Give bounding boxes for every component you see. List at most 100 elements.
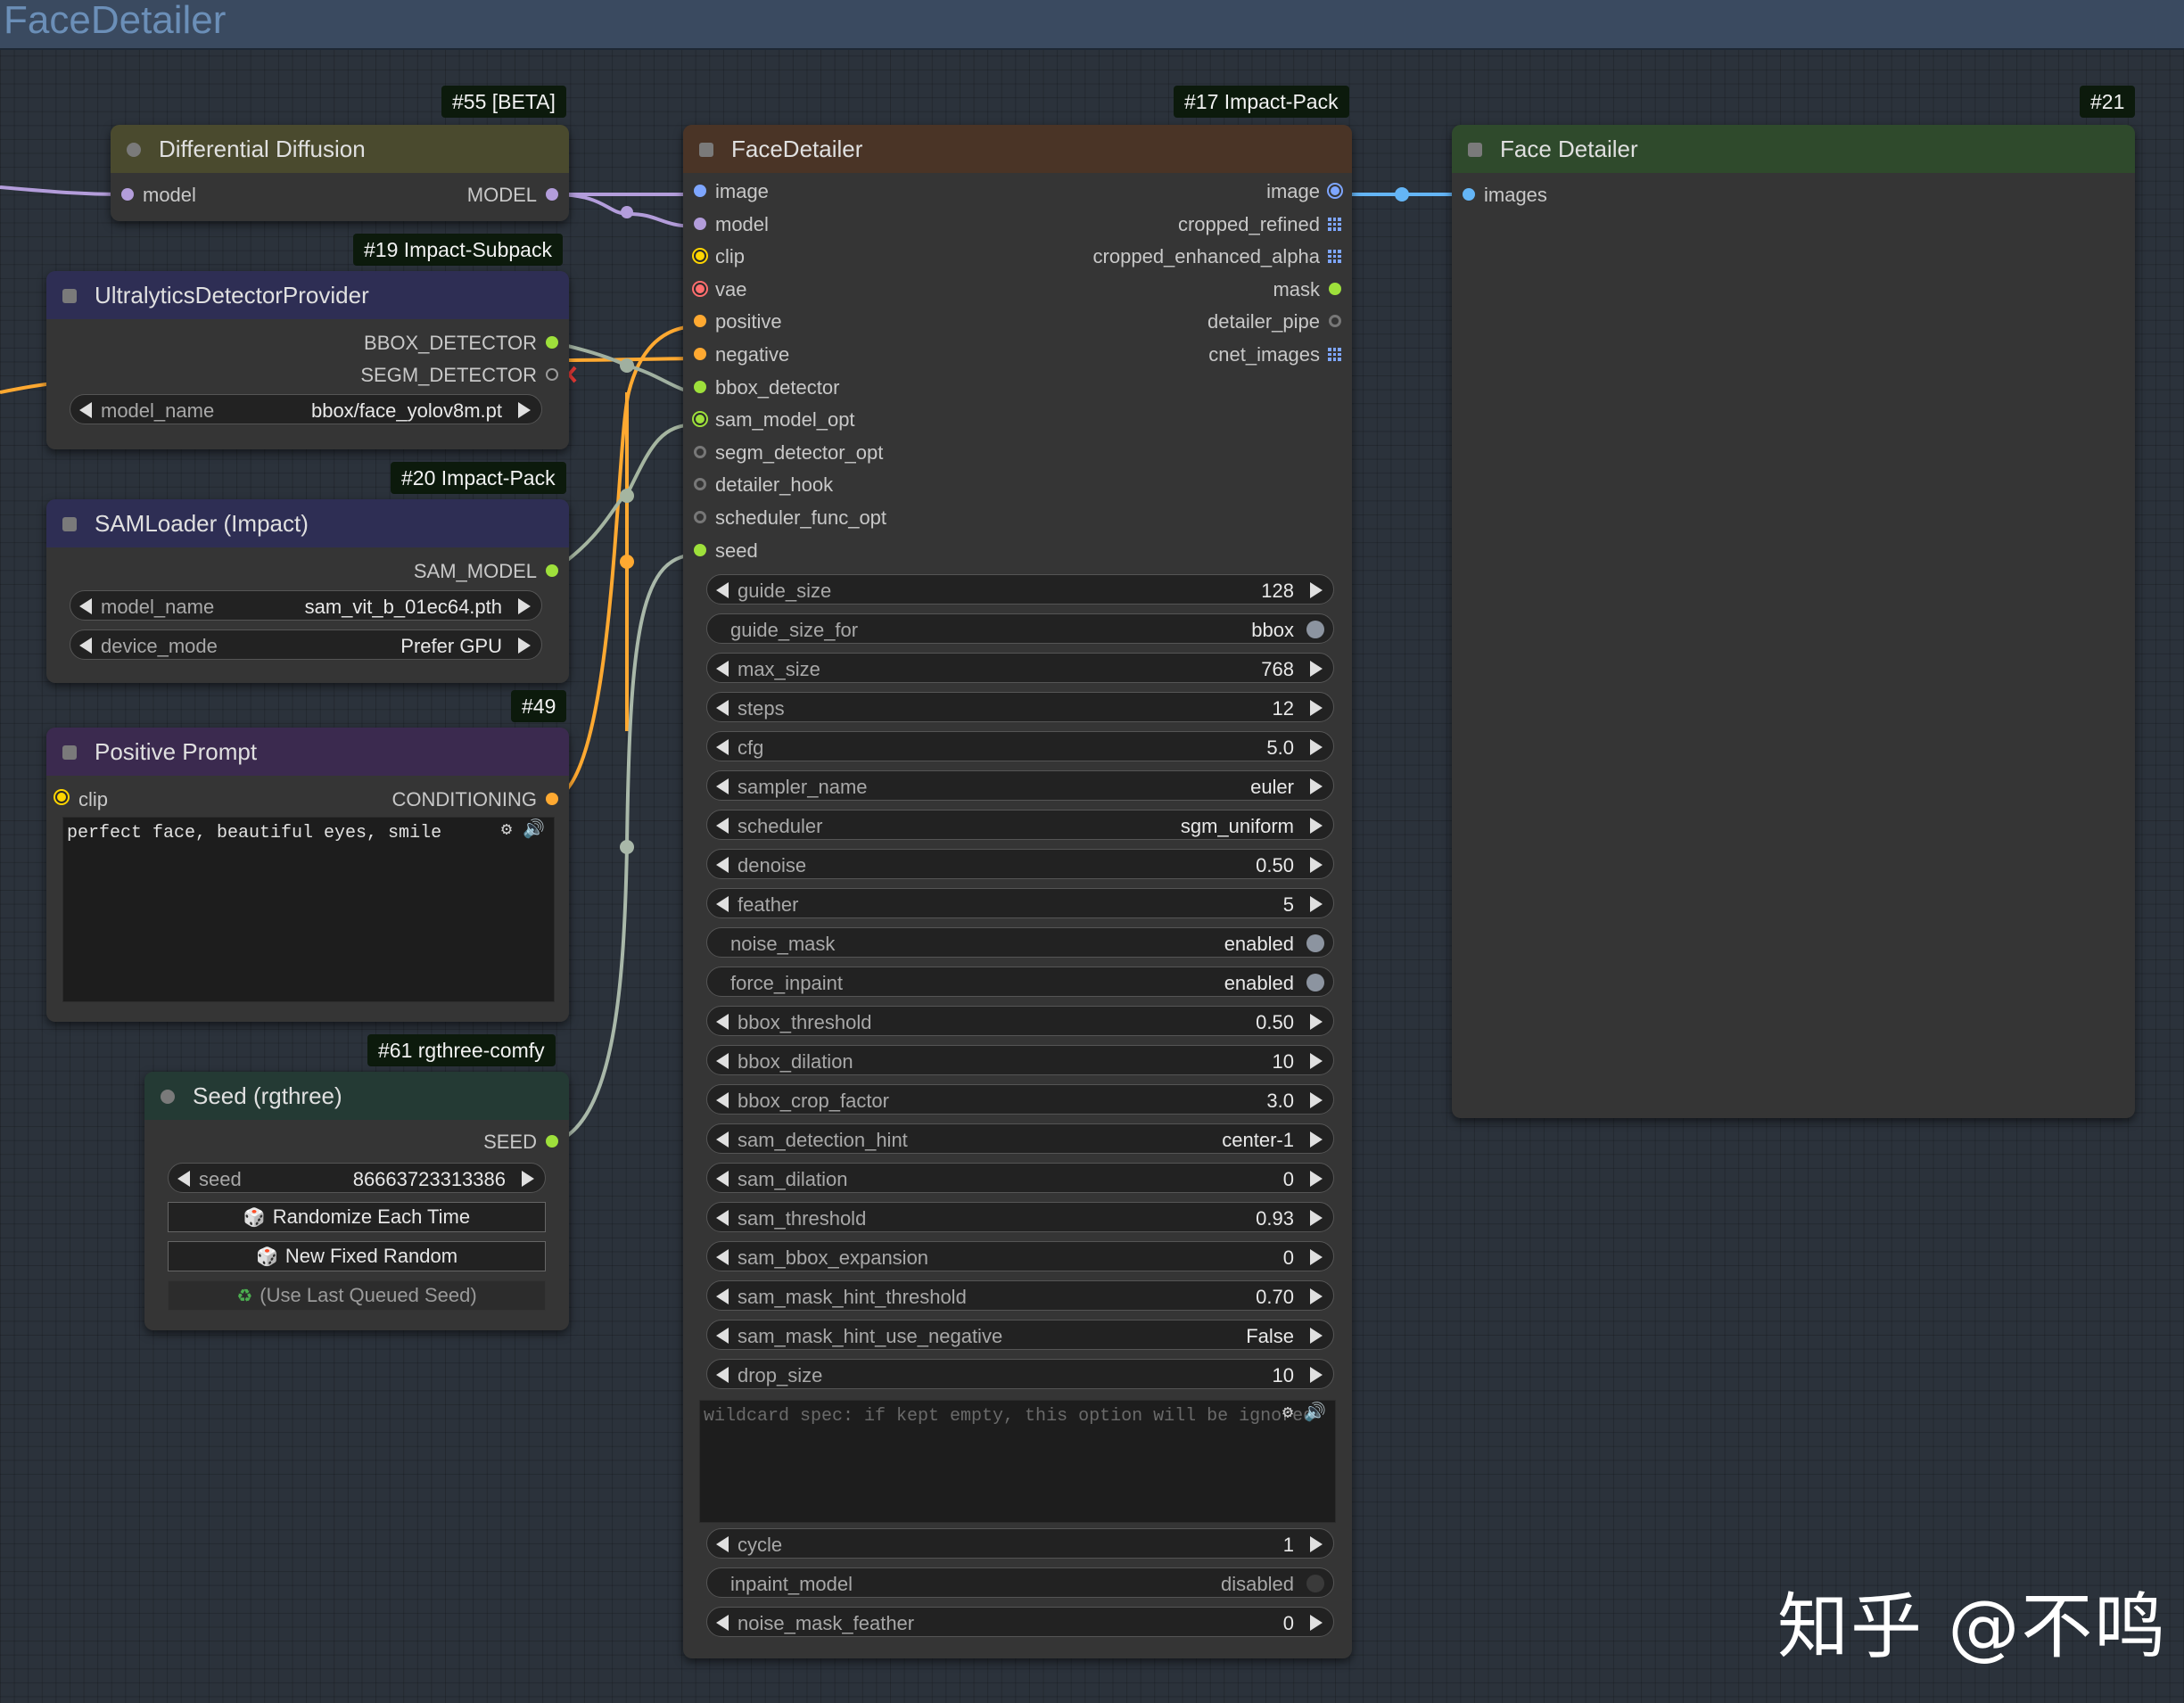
widget-model-name[interactable]: model_name sam_vit_b_01ec64.pth [70, 590, 542, 621]
increment-arrow-icon[interactable] [1310, 1249, 1323, 1265]
decrement-arrow-icon[interactable] [716, 700, 729, 716]
widget-guide-size[interactable]: guide_size 128 [706, 574, 1334, 605]
output-dot-sam-model[interactable] [546, 564, 558, 577]
increment-arrow-icon[interactable] [1310, 1288, 1323, 1304]
node-face-detailer-preview[interactable]: Face Detailer images [1452, 125, 2135, 1118]
output-dot-segm-detector[interactable] [546, 368, 558, 381]
widget-sam-dilation[interactable]: sam_dilation 0 [706, 1163, 1334, 1193]
input-dot-negative[interactable] [694, 348, 706, 360]
widget-bbox-dilation[interactable]: bbox_dilation 10 [706, 1045, 1334, 1075]
node-samloader[interactable]: SAMLoader (Impact) SAM_MODEL model_name … [46, 499, 569, 683]
input-dot-clip[interactable] [55, 791, 68, 803]
widget-cfg[interactable]: cfg 5.0 [706, 731, 1334, 761]
increment-arrow-icon[interactable] [1310, 857, 1323, 873]
collapse-icon[interactable] [1468, 143, 1482, 157]
widget-noise-mask-feather[interactable]: noise_mask_feather 0 [706, 1607, 1334, 1637]
decrement-arrow-icon[interactable] [716, 1328, 729, 1344]
output-dot-bbox-detector[interactable] [546, 336, 558, 349]
increment-arrow-icon[interactable] [1310, 700, 1323, 716]
decrement-arrow-icon[interactable] [716, 857, 729, 873]
output-dot-conditioning[interactable] [546, 793, 558, 805]
input-dot-vae[interactable] [694, 282, 706, 295]
increment-arrow-icon[interactable] [1310, 778, 1323, 794]
output-dot-seed[interactable] [546, 1135, 558, 1148]
toggle-knob-icon[interactable] [1306, 934, 1324, 952]
widget-bbox-crop-factor[interactable]: bbox_crop_factor 3.0 [706, 1084, 1334, 1115]
increment-arrow-icon[interactable] [1310, 661, 1323, 677]
widget-scheduler[interactable]: scheduler sgm_uniform [706, 810, 1334, 840]
new-fixed-random-button[interactable]: 🎲 New Fixed Random [168, 1241, 546, 1271]
increment-arrow-icon[interactable] [1310, 1053, 1323, 1069]
output-dot-image[interactable] [1329, 185, 1341, 197]
widget-seed[interactable]: seed 86663723313386 [168, 1163, 546, 1193]
toggle-knob-icon[interactable] [1306, 1575, 1324, 1592]
decrement-arrow-icon[interactable] [716, 1053, 729, 1069]
increment-arrow-icon[interactable] [1310, 818, 1323, 834]
wildcard-textarea[interactable]: wildcard spec: if kept empty, this optio… [699, 1400, 1336, 1523]
node-ultralytics-detector[interactable]: UltralyticsDetectorProvider BBOX_DETECTO… [46, 271, 569, 449]
node-facedetailer[interactable]: FaceDetailer image model clip vae positive ne… [683, 125, 1352, 1658]
increment-arrow-icon[interactable] [1310, 582, 1323, 598]
decrement-arrow-icon[interactable] [716, 1210, 729, 1226]
increment-arrow-icon[interactable] [1310, 739, 1323, 755]
node-seed-rgthree[interactable]: Seed (rgthree) SEED seed 86663723313386 … [144, 1072, 569, 1330]
widget-sam-mask-hint-use-negative[interactable]: sam_mask_hint_use_negative False [706, 1320, 1334, 1350]
output-dot-model[interactable] [546, 188, 558, 201]
increment-arrow-icon[interactable] [1310, 1536, 1323, 1552]
textarea-settings-icon[interactable]: ⚙ 🔊 [501, 818, 545, 841]
input-dot-clip[interactable] [694, 250, 706, 263]
decrement-arrow-icon[interactable] [716, 1171, 729, 1187]
widget-sam-detection-hint[interactable]: sam_detection_hint center-1 [706, 1123, 1334, 1154]
collapse-icon[interactable] [62, 517, 77, 531]
widget-denoise[interactable]: denoise 0.50 [706, 849, 1334, 879]
widget-sam-bbox-expansion[interactable]: sam_bbox_expansion 0 [706, 1241, 1334, 1271]
decrement-arrow-icon[interactable] [716, 896, 729, 912]
decrement-arrow-icon[interactable] [716, 1249, 729, 1265]
decrement-arrow-icon[interactable] [79, 638, 92, 654]
output-dot-mask[interactable] [1329, 282, 1341, 295]
decrement-arrow-icon[interactable] [716, 661, 729, 677]
increment-arrow-icon[interactable] [1310, 1014, 1323, 1030]
toggle-knob-icon[interactable] [1306, 621, 1324, 638]
decrement-arrow-icon[interactable] [716, 778, 729, 794]
increment-arrow-icon[interactable] [1310, 1171, 1323, 1187]
widget-steps[interactable]: steps 12 [706, 692, 1334, 722]
node-header[interactable]: FaceDetailer [683, 125, 1352, 173]
collapse-icon[interactable] [161, 1090, 175, 1104]
widget-sampler-name[interactable]: sampler_name euler [706, 770, 1334, 801]
increment-arrow-icon[interactable] [518, 402, 531, 418]
decrement-arrow-icon[interactable] [716, 1536, 729, 1552]
decrement-arrow-icon[interactable] [79, 402, 92, 418]
decrement-arrow-icon[interactable] [716, 1131, 729, 1148]
decrement-arrow-icon[interactable] [716, 1615, 729, 1631]
decrement-arrow-icon[interactable] [716, 1092, 729, 1108]
decrement-arrow-icon[interactable] [716, 582, 729, 598]
node-header[interactable]: SAMLoader (Impact) [46, 499, 569, 547]
widget-model-name[interactable]: model_name bbox/face_yolov8m.pt [70, 394, 542, 424]
increment-arrow-icon[interactable] [1310, 1210, 1323, 1226]
node-positive-prompt[interactable]: Positive Prompt clip CONDITIONING perfec… [46, 728, 569, 1022]
increment-arrow-icon[interactable] [518, 638, 531, 654]
increment-arrow-icon[interactable] [1310, 1328, 1323, 1344]
node-header[interactable]: Seed (rgthree) [144, 1072, 569, 1120]
node-header[interactable]: Face Detailer [1452, 125, 2135, 173]
increment-arrow-icon[interactable] [1310, 896, 1323, 912]
widget-drop-size[interactable]: drop_size 10 [706, 1359, 1334, 1389]
increment-arrow-icon[interactable] [518, 598, 531, 614]
widget-inpaint-model[interactable]: inpaint_model disabled [706, 1567, 1334, 1598]
widget-guide-size-for[interactable]: guide_size_for bbox [706, 613, 1334, 644]
widget-sam-mask-hint-threshold[interactable]: sam_mask_hint_threshold 0.70 [706, 1280, 1334, 1311]
input-dot-segm-detector-opt[interactable] [694, 445, 706, 458]
widget-sam-threshold[interactable]: sam_threshold 0.93 [706, 1202, 1334, 1232]
decrement-arrow-icon[interactable] [79, 598, 92, 614]
input-dot-images[interactable] [1463, 188, 1475, 201]
decrement-arrow-icon[interactable] [716, 1288, 729, 1304]
collapse-icon[interactable] [62, 289, 77, 303]
prompt-textarea[interactable]: perfect face, beautiful eyes, smile ⚙ 🔊 [62, 817, 555, 1002]
input-dot-sam-model-opt[interactable] [694, 413, 706, 426]
output-list-cnet-images-icon[interactable] [1328, 348, 1341, 361]
increment-arrow-icon[interactable] [1310, 1615, 1323, 1631]
widget-device-mode[interactable]: device_mode Prefer GPU [70, 629, 542, 660]
textarea-settings-icon[interactable]: ⚙ 🔊 [1282, 1401, 1326, 1424]
node-header[interactable]: UltralyticsDetectorProvider [46, 271, 569, 319]
